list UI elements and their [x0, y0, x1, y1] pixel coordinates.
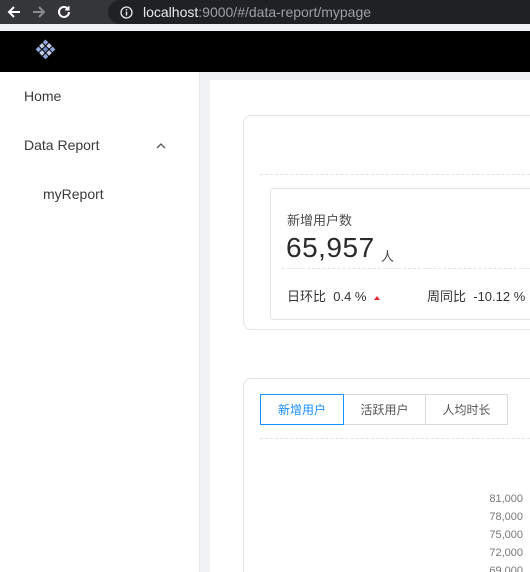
stat-divider: [282, 268, 530, 269]
sidebar-item-home[interactable]: Home: [24, 88, 61, 104]
reload-icon: [58, 5, 70, 18]
day-compare: 日环比 0.4 %: [287, 286, 381, 305]
reload-button[interactable]: [53, 0, 75, 24]
address-bar[interactable]: localhost:9000/#/data-report/mypage: [108, 0, 530, 24]
url-text: localhost:9000/#/data-report/mypage: [143, 4, 372, 20]
forward-button[interactable]: [28, 0, 50, 24]
stat-unit: 人: [381, 249, 395, 264]
arrow-left-icon: [7, 6, 20, 18]
tab-new-users[interactable]: 新增用户: [260, 394, 344, 425]
arrow-right-icon: [33, 6, 46, 18]
day-compare-label: 日环比: [287, 289, 327, 304]
y-tick-label: 75,000: [489, 529, 523, 541]
stat-label: 新增用户数: [287, 213, 353, 228]
week-compare-value: -10.12 %: [473, 289, 526, 304]
logo-icon: [35, 39, 56, 60]
back-button[interactable]: [3, 0, 25, 24]
week-compare: 周同比 -10.12 %: [427, 286, 525, 305]
week-compare-label: 周同比: [427, 289, 467, 304]
chevron-up-icon[interactable]: [155, 142, 167, 150]
info-icon[interactable]: [120, 5, 133, 19]
divider: [260, 174, 530, 175]
y-tick-label: 69,000: [489, 565, 523, 572]
tab-active-users[interactable]: 活跃用户: [343, 394, 426, 425]
sidebar-item-data-report[interactable]: Data Report: [24, 137, 99, 153]
app-header: [0, 31, 530, 72]
y-tick-label: 72,000: [489, 547, 523, 559]
sidebar-item-myreport[interactable]: myReport: [43, 186, 104, 202]
chart-divider: [260, 438, 530, 439]
tab-avg-duration[interactable]: 人均时长: [425, 394, 508, 425]
browser-toolbar: localhost:9000/#/data-report/mypage: [0, 0, 530, 24]
y-tick-label: 81,000: [489, 493, 523, 505]
day-compare-value: 0.4 %: [333, 289, 367, 304]
stat-value: 65,957: [286, 232, 375, 263]
caret-up-icon: [374, 295, 381, 300]
y-tick-label: 78,000: [489, 511, 523, 523]
